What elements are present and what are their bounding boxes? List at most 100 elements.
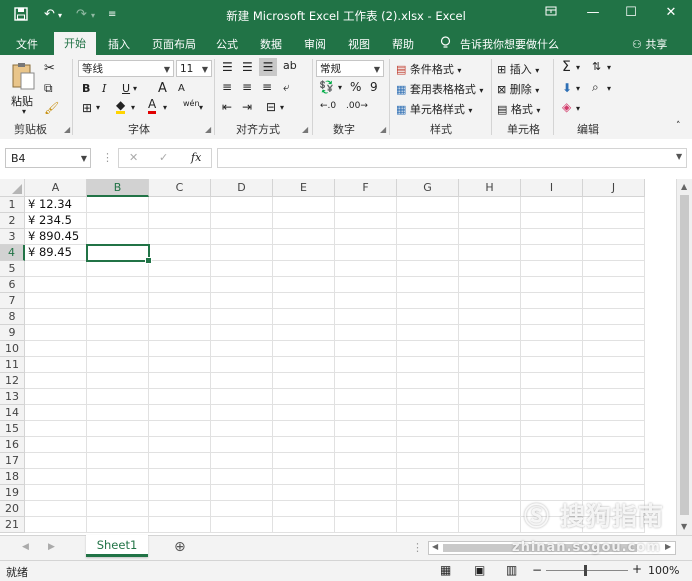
cell-i8[interactable] (521, 309, 583, 325)
cell-a18[interactable] (25, 469, 87, 485)
cell-d2[interactable] (211, 213, 273, 229)
cell-c8[interactable] (149, 309, 211, 325)
cell-j14[interactable] (583, 405, 645, 421)
percent-style-button[interactable]: % (350, 80, 361, 94)
cell-a4[interactable]: ¥ 89.45 (25, 245, 87, 261)
font-color-dropdown-icon[interactable]: ▾ (163, 103, 167, 112)
cell-d18[interactable] (211, 469, 273, 485)
new-sheet-icon[interactable]: ⊕ (174, 539, 186, 555)
align-top-icon[interactable]: ☰ (222, 60, 233, 74)
cell-f2[interactable] (335, 213, 397, 229)
cell-i10[interactable] (521, 341, 583, 357)
fill-color-dropdown-icon[interactable]: ▾ (131, 103, 135, 112)
tab-split-handle[interactable]: ⋮ (412, 541, 423, 554)
cell-e13[interactable] (273, 389, 335, 405)
cell-c17[interactable] (149, 453, 211, 469)
cell-e16[interactable] (273, 437, 335, 453)
row-header-4[interactable]: 4 (0, 245, 25, 261)
cell-h1[interactable] (459, 197, 521, 213)
insert-function-button[interactable]: fx (191, 151, 201, 164)
paste-icon[interactable] (10, 61, 36, 91)
cell-d6[interactable] (211, 277, 273, 293)
clipboard-launcher-icon[interactable]: ◢ (64, 125, 70, 134)
cell-b9[interactable] (87, 325, 149, 341)
cell-b17[interactable] (87, 453, 149, 469)
row-header-7[interactable]: 7 (0, 293, 25, 309)
cell-g14[interactable] (397, 405, 459, 421)
row-header-12[interactable]: 12 (0, 373, 25, 389)
cell-f10[interactable] (335, 341, 397, 357)
column-header-e[interactable]: E (273, 179, 335, 197)
font-color-button[interactable]: A (148, 98, 157, 114)
cell-c10[interactable] (149, 341, 211, 357)
cell-i11[interactable] (521, 357, 583, 373)
cell-f21[interactable] (335, 517, 397, 533)
cell-c9[interactable] (149, 325, 211, 341)
cell-g4[interactable] (397, 245, 459, 261)
decrease-indent-icon[interactable]: ⇤ (222, 100, 232, 114)
cell-g5[interactable] (397, 261, 459, 277)
cell-j8[interactable] (583, 309, 645, 325)
row-header-1[interactable]: 1 (0, 197, 25, 213)
cell-a20[interactable] (25, 501, 87, 517)
cell-d9[interactable] (211, 325, 273, 341)
cell-h21[interactable] (459, 517, 521, 533)
cell-g18[interactable] (397, 469, 459, 485)
phonetic-dropdown-icon[interactable]: ▾ (199, 103, 203, 112)
column-header-d[interactable]: D (211, 179, 273, 197)
tab-formulas[interactable]: 公式 (216, 36, 238, 52)
cell-h6[interactable] (459, 277, 521, 293)
cell-i7[interactable] (521, 293, 583, 309)
row-header-9[interactable]: 9 (0, 325, 25, 341)
cell-b11[interactable] (87, 357, 149, 373)
cell-c13[interactable] (149, 389, 211, 405)
cancel-entry-icon[interactable]: ✕ (129, 151, 138, 164)
cell-i5[interactable] (521, 261, 583, 277)
column-header-h[interactable]: H (459, 179, 521, 197)
cell-e18[interactable] (273, 469, 335, 485)
name-box[interactable]: B4 ▼ (5, 148, 91, 168)
cell-b16[interactable] (87, 437, 149, 453)
cell-d21[interactable] (211, 517, 273, 533)
cell-e15[interactable] (273, 421, 335, 437)
cell-g17[interactable] (397, 453, 459, 469)
cell-b20[interactable] (87, 501, 149, 517)
cell-a6[interactable] (25, 277, 87, 293)
cell-f5[interactable] (335, 261, 397, 277)
merge-dropdown-icon[interactable]: ▾ (280, 103, 284, 112)
cell-j18[interactable] (583, 469, 645, 485)
cell-b14[interactable] (87, 405, 149, 421)
cell-j7[interactable] (583, 293, 645, 309)
cell-j11[interactable] (583, 357, 645, 373)
cell-i13[interactable] (521, 389, 583, 405)
cell-a16[interactable] (25, 437, 87, 453)
cell-f16[interactable] (335, 437, 397, 453)
tab-data[interactable]: 数据 (260, 36, 282, 52)
cell-f15[interactable] (335, 421, 397, 437)
column-header-a[interactable]: A (25, 179, 87, 197)
cell-e7[interactable] (273, 293, 335, 309)
cell-e17[interactable] (273, 453, 335, 469)
cell-b6[interactable] (87, 277, 149, 293)
merge-center-icon[interactable]: ⊟ (266, 100, 276, 114)
orientation-icon[interactable]: ab (283, 59, 297, 72)
select-all-corner[interactable] (0, 179, 25, 197)
row-header-5[interactable]: 5 (0, 261, 25, 277)
cell-i2[interactable] (521, 213, 583, 229)
cell-c19[interactable] (149, 485, 211, 501)
cut-icon[interactable]: ✂ (44, 61, 55, 76)
sort-filter-icon[interactable]: ⇅ (592, 60, 601, 73)
cell-i17[interactable] (521, 453, 583, 469)
font-size-select[interactable]: 11 ▼ (176, 60, 212, 77)
cell-c7[interactable] (149, 293, 211, 309)
cell-g3[interactable] (397, 229, 459, 245)
zoom-out-button[interactable]: − (532, 563, 542, 577)
cell-h10[interactable] (459, 341, 521, 357)
fill-dropdown-icon[interactable]: ▾ (576, 84, 580, 93)
cell-b5[interactable] (87, 261, 149, 277)
number-format-select[interactable]: 常规 ▼ (316, 60, 384, 77)
wrap-text-icon[interactable]: ⤶ (283, 80, 290, 95)
cell-d10[interactable] (211, 341, 273, 357)
cell-e1[interactable] (273, 197, 335, 213)
decrease-decimal-icon[interactable]: .00→ (346, 101, 368, 111)
